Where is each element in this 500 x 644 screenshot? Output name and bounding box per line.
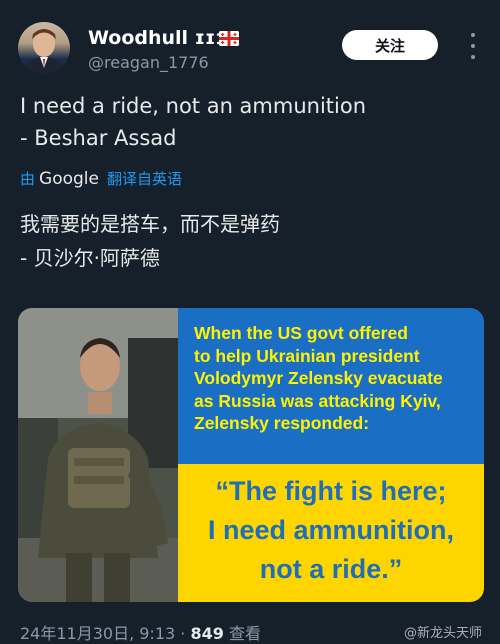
avatar[interactable] xyxy=(18,22,70,74)
view-count: 849 xyxy=(190,624,224,643)
tweet-header: Woodhull ɪɪɪ @reagan_1776 关注 xyxy=(0,0,500,90)
quote-panel: “The fight is here; I need ammunition, n… xyxy=(178,464,484,602)
watermark: @新龙头天师 xyxy=(404,626,483,641)
google-logo: Google xyxy=(39,168,99,189)
author-handle[interactable]: @reagan_1776 xyxy=(88,53,209,72)
translated-line-1: 我需要的是搭车，而不是弹药 xyxy=(20,212,280,236)
translate-link[interactable]: 由 Google 翻译自英语 xyxy=(20,168,182,189)
quote-line: “The fight is here; xyxy=(215,476,447,506)
translated-line-2: - 贝沙尔·阿萨德 xyxy=(20,246,160,270)
caption-text: When the US govt offered to help Ukraini… xyxy=(194,322,478,435)
tweet-image[interactable]: When the US govt offered to help Ukraini… xyxy=(18,308,484,602)
tweet-footer: 24年11月30日, 9:13 · 849 查看 xyxy=(20,620,261,644)
tweet-text-line-2: - Beshar Assad xyxy=(20,126,177,150)
quote-line: I need ammunition, xyxy=(207,515,455,545)
author-name[interactable]: Woodhull ɪɪɪ xyxy=(88,27,226,49)
more-vertical-icon[interactable] xyxy=(467,33,479,59)
tweet-text-line-1: I need a ride, not an ammunition xyxy=(20,94,367,118)
quote-line: not a ride.” xyxy=(259,554,403,584)
timestamp[interactable]: 24年11月30日, 9:13 · xyxy=(20,624,185,643)
soldier-photo xyxy=(18,308,178,602)
translate-source-label: 翻译自英语 xyxy=(106,170,182,188)
caption-line: Zelensky responded: xyxy=(194,413,370,433)
follow-button[interactable]: 关注 xyxy=(342,30,438,60)
caption-line: to help Ukrainian president xyxy=(194,345,420,366)
translate-by: 由 xyxy=(20,170,36,188)
caption-line: Volodymyr Zelensky evacuate xyxy=(194,368,443,388)
caption-line: as Russia was attacking Kyiv, xyxy=(194,390,441,411)
caption-panel: When the US govt offered to help Ukraini… xyxy=(178,308,484,602)
caption-line: When the US govt offered xyxy=(194,323,408,343)
georgia-flag-icon xyxy=(219,31,239,46)
views-label: 查看 xyxy=(228,624,261,643)
